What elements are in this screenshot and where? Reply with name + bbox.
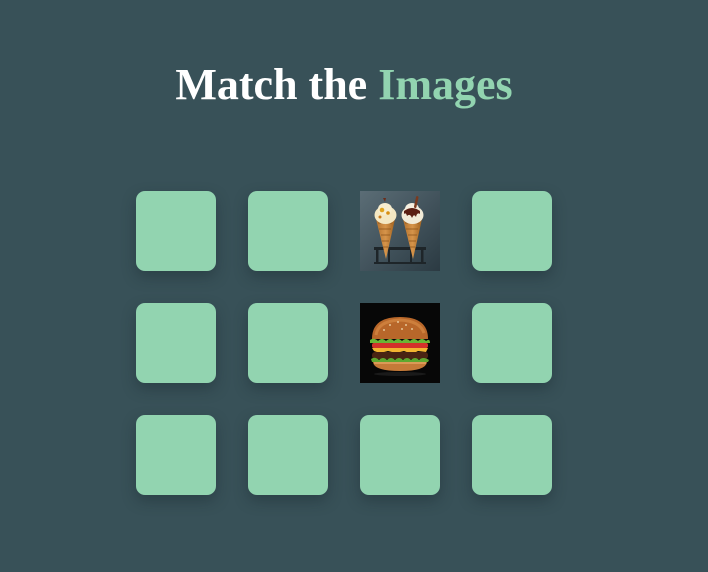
memory-card-revealed[interactable]: [360, 303, 440, 383]
memory-card-hidden[interactable]: [248, 303, 328, 383]
title-text: Match the: [175, 60, 368, 109]
title-accent-text: Images: [378, 60, 513, 109]
memory-card-hidden[interactable]: [248, 191, 328, 271]
memory-card-hidden[interactable]: [136, 303, 216, 383]
page-title: Match the Images: [0, 57, 688, 113]
ice-cream-cones-image: [360, 191, 440, 271]
memory-card-hidden[interactable]: [136, 415, 216, 495]
burger-image: [360, 303, 440, 383]
memory-card-hidden[interactable]: [472, 415, 552, 495]
memory-card-hidden[interactable]: [360, 415, 440, 495]
memory-card-hidden[interactable]: [248, 415, 328, 495]
memory-card-hidden[interactable]: [472, 303, 552, 383]
memory-card-hidden[interactable]: [472, 191, 552, 271]
memory-card-hidden[interactable]: [136, 191, 216, 271]
memory-card-revealed[interactable]: [360, 191, 440, 271]
